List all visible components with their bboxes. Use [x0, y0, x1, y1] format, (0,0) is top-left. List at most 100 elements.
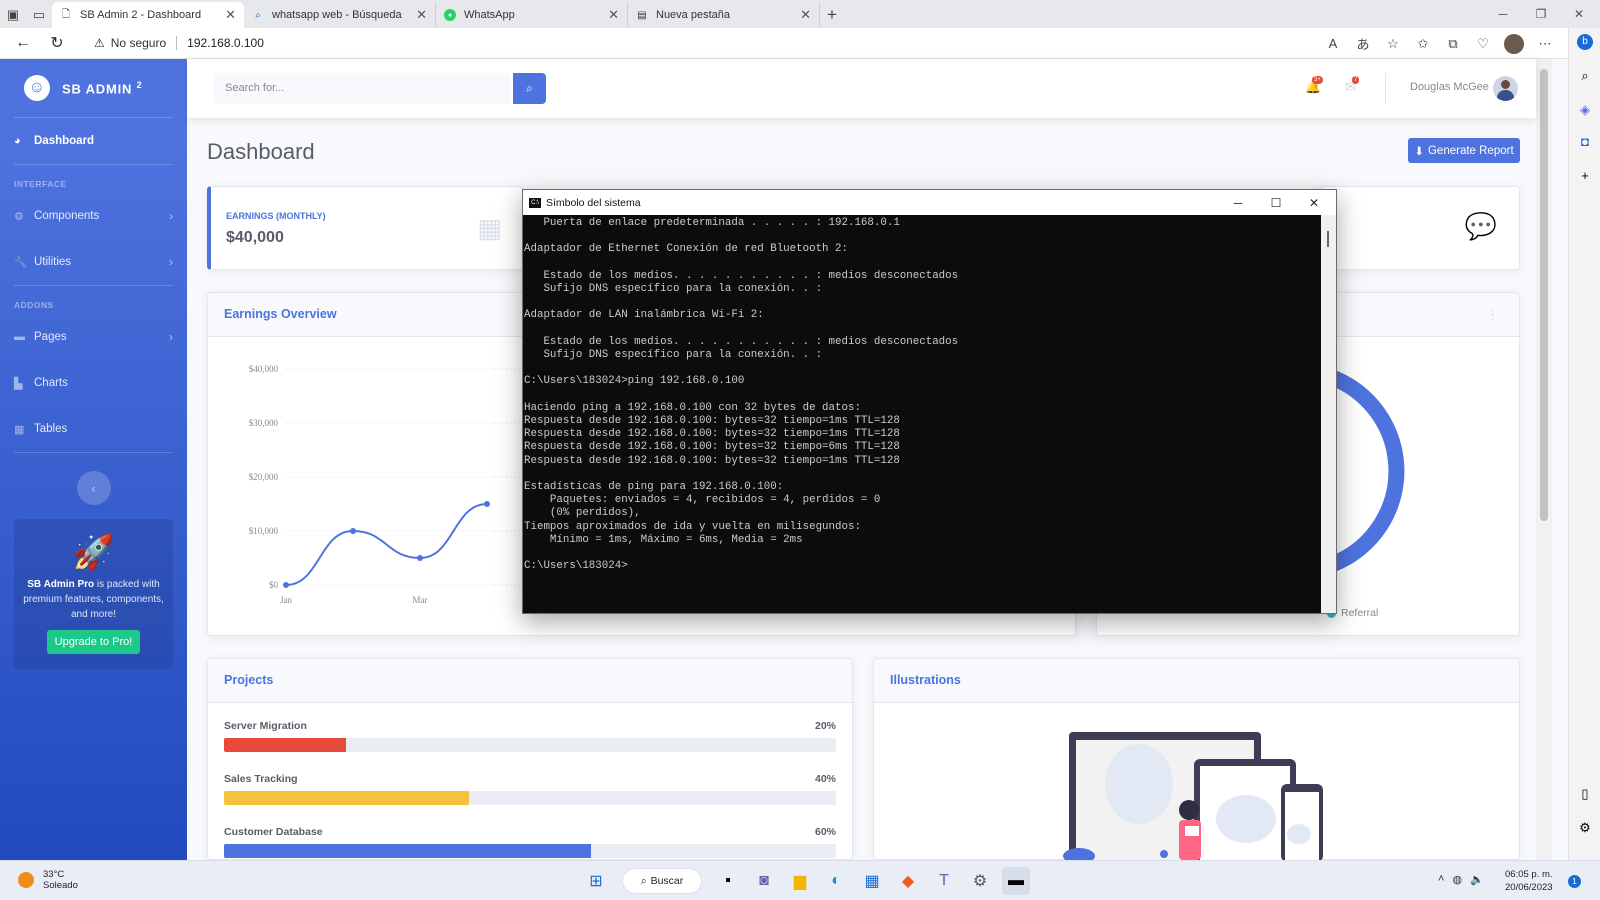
taskbar-search[interactable]: ⌕ Buscar	[622, 868, 702, 894]
sidebar-item-dashboard[interactable]: ◕ Dashboard	[0, 118, 187, 164]
search-icon[interactable]: ⌕	[1577, 68, 1593, 84]
sidebar-item-tables[interactable]: ▦ Tables	[0, 406, 187, 452]
more-icon[interactable]: ⋯	[1530, 36, 1560, 52]
project-name: Sales Tracking	[224, 773, 298, 785]
read-aloud-icon[interactable]: A	[1318, 36, 1348, 51]
sidebar-item-pages[interactable]: ▬ Pages ›	[0, 314, 187, 360]
terminal-icon: C:\	[529, 197, 541, 208]
command-prompt-window[interactable]: C:\ Símbolo del sistema ─ ☐ ✕ Puerta de …	[522, 189, 1337, 614]
cmd-output[interactable]: Puerta de enlace predeterminada . . . . …	[523, 215, 1321, 613]
close-button[interactable]: ✕	[1295, 190, 1333, 215]
sidebar-item-utilities[interactable]: 🔧 Utilities ›	[0, 239, 187, 285]
bing-chat-icon[interactable]: b	[1577, 34, 1593, 50]
volume-icon[interactable]: 🔈	[1470, 873, 1484, 886]
tab-title: WhatsApp	[464, 9, 515, 21]
alerts-bell-icon[interactable]: 🔔 3+	[1305, 76, 1323, 95]
close-icon[interactable]: ✕	[800, 7, 811, 23]
minimize-button[interactable]: ─	[1219, 190, 1257, 215]
windows-start-icon[interactable]: ⊞	[582, 867, 610, 895]
brand-text: SB ADMIN 2	[62, 80, 142, 96]
messages-envelope-icon[interactable]: ✉ 7	[1345, 76, 1360, 95]
search-button[interactable]: ⌕	[513, 73, 546, 104]
close-icon[interactable]: ✕	[608, 7, 619, 23]
cmd-scroll-thumb[interactable]	[1327, 231, 1329, 247]
tachometer-icon: ◕	[14, 135, 21, 147]
browser-tab-sb-admin[interactable]: 🗋 SB Admin 2 - Dashboard ✕	[52, 2, 244, 28]
user-avatar[interactable]	[1493, 76, 1518, 101]
user-name[interactable]: Douglas McGee	[1410, 81, 1489, 93]
weather-widget[interactable]: 33°C Soleado	[18, 869, 78, 891]
warning-icon: ⚠	[94, 36, 105, 50]
file-explorer-icon[interactable]: ▆	[786, 867, 814, 895]
refresh-button[interactable]: ↻	[40, 28, 74, 59]
cmd-title: Símbolo del sistema	[546, 196, 641, 209]
chat-icon[interactable]: ◙	[750, 867, 778, 895]
taskbar-clock[interactable]: 06:05 p. m. 20/06/2023	[1505, 868, 1553, 894]
workspaces-icon[interactable]: ▣	[0, 2, 26, 28]
browser-tab-whatsapp[interactable]: ● WhatsApp ✕	[436, 2, 628, 28]
close-icon[interactable]: ✕	[225, 7, 236, 23]
tools-icon[interactable]: ◈	[1577, 102, 1593, 118]
tab-title: SB Admin 2 - Dashboard	[80, 9, 202, 21]
browser-tab-new[interactable]: ▤ Nueva pestaña ✕	[628, 2, 820, 28]
taskbar-search-label: Buscar	[650, 875, 684, 887]
sidebar-item-label: Tables	[34, 423, 68, 435]
chevron-up-icon[interactable]: ˄	[1438, 873, 1444, 886]
sidebar-item-label: Utilities	[34, 256, 72, 268]
browser-tab-search[interactable]: ⌕ whatsapp web - Búsqueda ✕	[244, 2, 436, 28]
page-scrollbar[interactable]	[1536, 59, 1552, 860]
cmd-scrollbar[interactable]	[1321, 215, 1336, 613]
extensions-icon[interactable]: ♡	[1468, 36, 1498, 52]
data-point[interactable]	[350, 528, 356, 534]
profile-avatar[interactable]	[1504, 33, 1524, 54]
topbar: Search for... ⌕ 🔔 3+ ✉ 7 Douglas McGee	[187, 59, 1536, 118]
y-tick-label: $0	[269, 580, 279, 590]
projects-card: Projects Server Migration 20% Sales Trac…	[207, 658, 853, 860]
split-screen-icon[interactable]: ▯	[1577, 786, 1593, 802]
terminal-icon[interactable]: ▬	[1002, 867, 1030, 895]
restore-button[interactable]: ❐	[1522, 0, 1560, 28]
close-icon[interactable]: ✕	[416, 7, 427, 23]
tab-actions-icon[interactable]: ▭	[26, 2, 52, 28]
settings-gear-icon[interactable]: ⚙	[966, 867, 994, 895]
maximize-button[interactable]: ☐	[1257, 190, 1295, 215]
outlook-icon[interactable]: ◘	[1577, 134, 1593, 150]
notification-badge[interactable]: 1	[1568, 875, 1581, 888]
sidebar-item-label: Dashboard	[34, 135, 95, 147]
add-icon[interactable]: +	[1577, 168, 1593, 184]
generate-report-button[interactable]: ⬇ Generate Report	[1408, 138, 1520, 163]
task-view-icon[interactable]: ▪	[714, 867, 742, 895]
url-field[interactable]: ⚠ No seguro 192.168.0.100	[94, 36, 264, 50]
cmd-title-bar[interactable]: C:\ Símbolo del sistema ─ ☐ ✕	[523, 190, 1336, 215]
data-point[interactable]	[283, 582, 289, 588]
address-bar: ← ↻ ⚠ No seguro 192.168.0.100 A あ ☆ ✩ ⧉ …	[0, 28, 1568, 59]
data-point[interactable]	[417, 555, 423, 561]
new-tab-button[interactable]: +	[820, 2, 844, 28]
brand[interactable]: ☺ SB ADMIN 2	[0, 59, 187, 117]
tab-title: whatsapp web - Búsqueda	[272, 9, 402, 21]
more-vertical-icon[interactable]: ⋮	[1486, 307, 1499, 323]
upgrade-button[interactable]: Upgrade to Pro!	[46, 630, 141, 654]
sidebar: ☺ SB ADMIN 2 ◕ Dashboard INTERFACE ⚙ Compo…	[0, 59, 187, 860]
network-icon[interactable]: ◍	[1452, 873, 1462, 886]
collections-icon[interactable]: ⧉	[1438, 36, 1468, 52]
sidebar-item-components[interactable]: ⚙ Components ›	[0, 193, 187, 239]
favorite-star-icon[interactable]: ☆	[1378, 36, 1408, 52]
edge-icon[interactable]: ◐	[822, 867, 850, 895]
close-window-button[interactable]: ✕	[1560, 0, 1598, 28]
wrench-icon: 🔧	[14, 256, 28, 269]
back-button[interactable]: ←	[6, 28, 40, 59]
data-point[interactable]	[484, 501, 490, 507]
minimize-button[interactable]: ─	[1484, 0, 1522, 28]
settings-gear-icon[interactable]: ⚙	[1577, 820, 1593, 836]
favorites-icon[interactable]: ✩	[1408, 36, 1438, 52]
brave-icon[interactable]: ◆	[894, 867, 922, 895]
sidebar-toggle-button[interactable]: ‹	[76, 471, 111, 505]
teams-icon[interactable]: T	[930, 867, 958, 895]
store-icon[interactable]: ▦	[858, 867, 886, 895]
translate-icon[interactable]: あ	[1348, 34, 1378, 53]
sidebar-item-charts[interactable]: ▙ Charts	[0, 360, 187, 406]
new-tab-icon: ▤	[637, 9, 647, 21]
search-input[interactable]: Search for...	[213, 73, 511, 104]
scrollbar-thumb[interactable]	[1540, 69, 1548, 521]
